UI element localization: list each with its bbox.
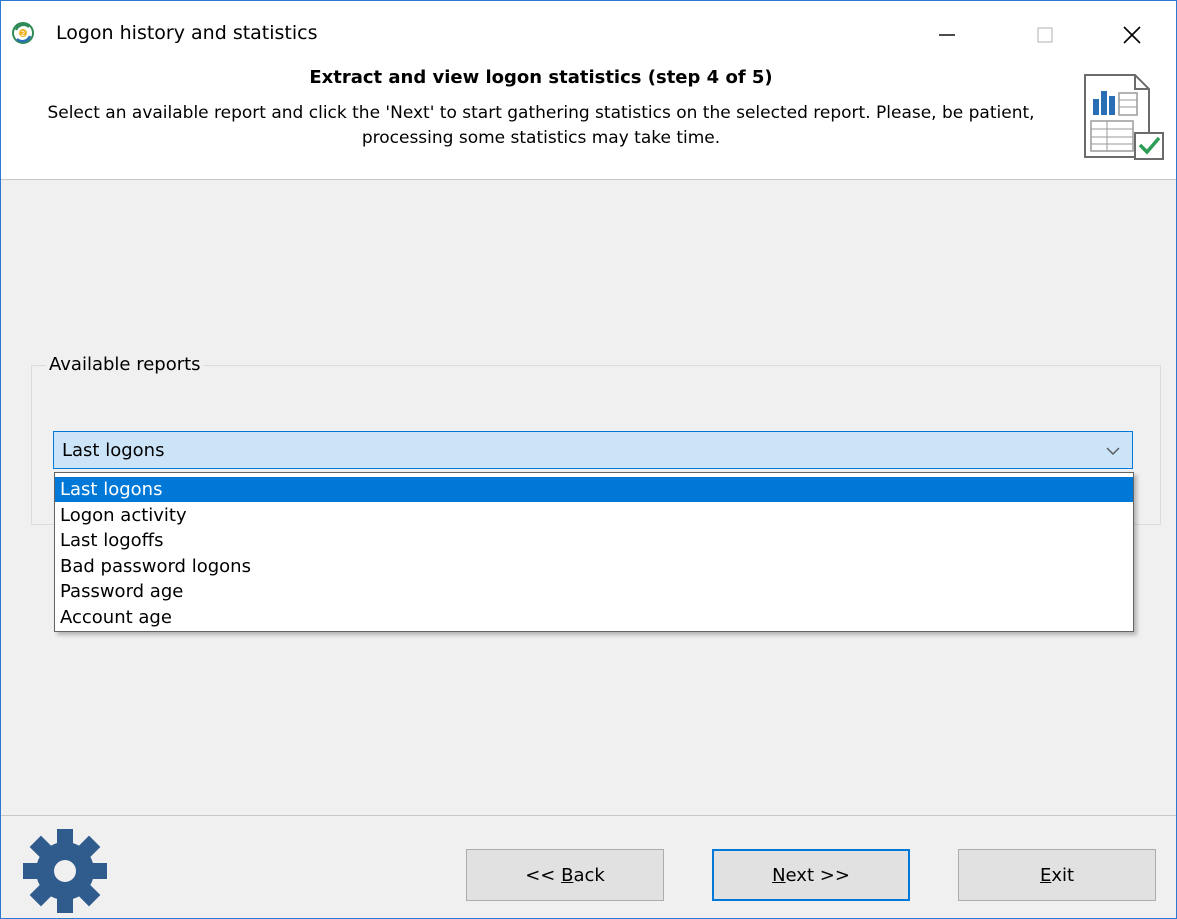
exit-button[interactable]: Exit bbox=[958, 849, 1156, 901]
dropdown-option[interactable]: Last logons bbox=[55, 477, 1133, 502]
next-accelerator: N bbox=[772, 864, 786, 886]
maximize-icon bbox=[1037, 27, 1053, 43]
exit-accelerator: E bbox=[1039, 864, 1052, 886]
report-dropdown-list[interactable]: Last logons Logon activity Last logoffs … bbox=[54, 472, 1134, 632]
chevron-down-icon bbox=[1106, 447, 1120, 455]
maximize-button[interactable] bbox=[1019, 11, 1071, 59]
wizard-window: 2 Logon history and statistics Extract a… bbox=[0, 0, 1177, 919]
report-select-value: Last logons bbox=[62, 440, 165, 461]
next-label-rest: ext >> bbox=[785, 864, 850, 886]
dropdown-option[interactable]: Bad password logons bbox=[55, 554, 1133, 579]
report-checked-icon bbox=[1084, 74, 1164, 160]
back-label-rest: ack bbox=[573, 864, 605, 886]
group-label: Available reports bbox=[46, 354, 204, 375]
dropdown-option[interactable]: Logon activity bbox=[55, 503, 1133, 528]
close-icon bbox=[1123, 26, 1141, 44]
back-accelerator: B bbox=[561, 864, 574, 886]
gear-icon bbox=[23, 829, 107, 913]
back-button[interactable]: << Back bbox=[466, 849, 664, 901]
close-button[interactable] bbox=[1106, 11, 1158, 59]
app-icon: 2 bbox=[12, 22, 34, 44]
minimize-icon bbox=[939, 34, 955, 36]
footer-divider bbox=[1, 815, 1176, 816]
svg-text:2: 2 bbox=[21, 30, 25, 38]
minimize-button[interactable] bbox=[921, 11, 973, 59]
back-label-prefix: << bbox=[525, 864, 562, 886]
dropdown-option[interactable]: Password age bbox=[55, 579, 1133, 604]
next-button[interactable]: Next >> bbox=[712, 849, 910, 901]
dropdown-option[interactable]: Account age bbox=[55, 605, 1133, 630]
wizard-header: Extract and view logon statistics (step … bbox=[1, 61, 1176, 180]
report-select[interactable]: Last logons bbox=[53, 431, 1133, 469]
step-title: Extract and view logon statistics (step … bbox=[309, 67, 773, 88]
step-description: Select an available report and click the… bbox=[47, 103, 1035, 148]
window-title: Logon history and statistics bbox=[56, 22, 318, 44]
exit-label-rest: xit bbox=[1051, 864, 1075, 886]
title-bar[interactable]: 2 Logon history and statistics bbox=[1, 1, 1176, 61]
dropdown-option[interactable]: Last logoffs bbox=[55, 528, 1133, 553]
